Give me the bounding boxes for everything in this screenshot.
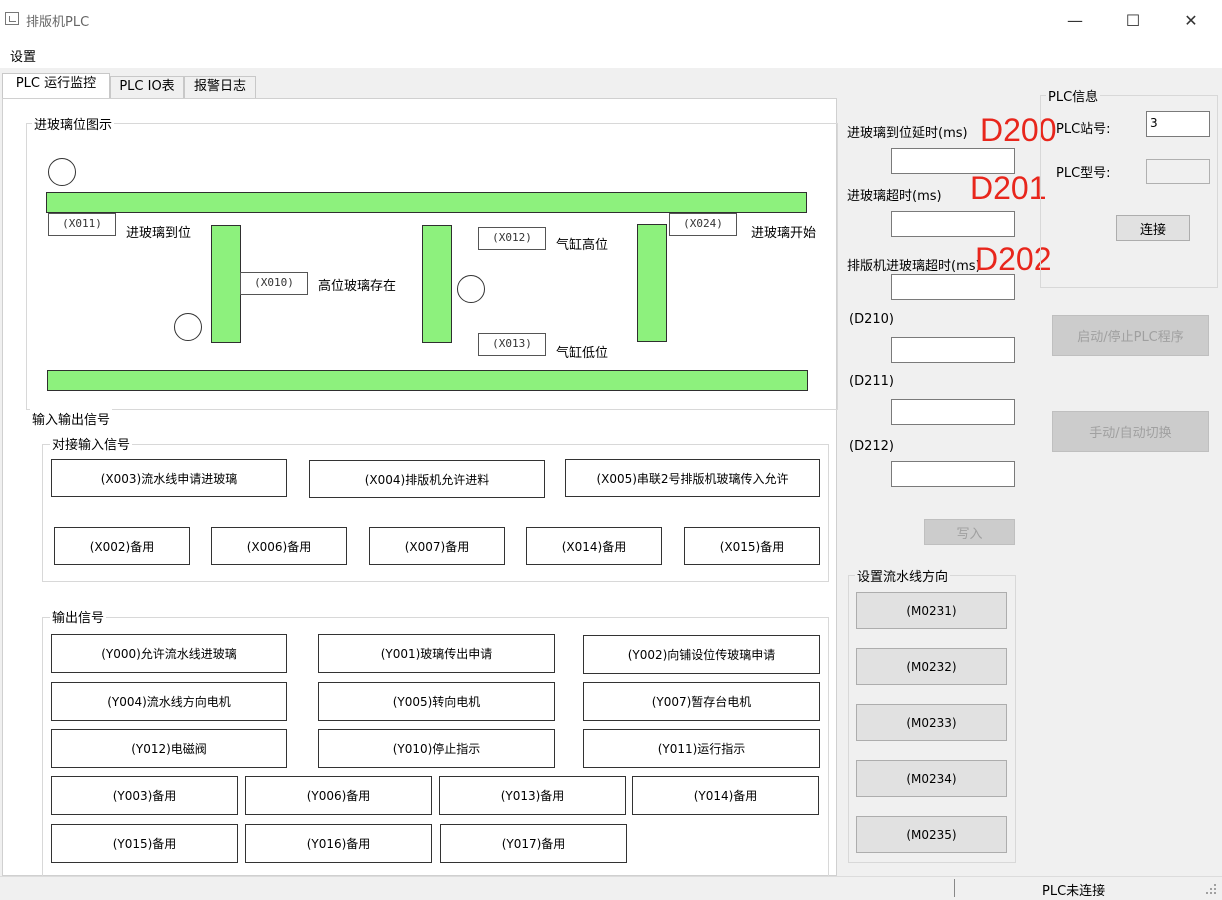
cylinder-indicator-circle — [457, 275, 485, 303]
menu-settings[interactable]: 设置 — [10, 46, 36, 65]
param-d210-input[interactable] — [891, 337, 1015, 363]
status-divider — [954, 879, 955, 897]
plc-station-label: PLC站号: — [1056, 122, 1111, 137]
close-button[interactable]: ✕ — [1162, 0, 1220, 40]
connection-status: PLC未连接 — [1042, 884, 1106, 899]
diagram-title: 进玻璃位图示 — [32, 114, 115, 133]
output-signal-y007[interactable]: (Y007)暂存台电机 — [583, 682, 820, 721]
direction-m0235-button[interactable]: (M0235) — [856, 816, 1007, 853]
output-signal-y010[interactable]: (Y010)停止指示 — [318, 729, 555, 768]
input-signal-x015[interactable]: (X015)备用 — [684, 527, 820, 565]
menu-bar — [0, 40, 1222, 68]
param-glass-arrive-delay-label: 进玻璃到位延时(ms) — [847, 126, 968, 141]
app-icon — [5, 12, 19, 25]
annotation-d201: D201 — [970, 170, 1047, 206]
tag-x011: (X011) — [48, 213, 116, 236]
output-signal-y001[interactable]: (Y001)玻璃传出申请 — [318, 634, 555, 673]
param-d211-label: (D211) — [849, 374, 894, 389]
output-signal-y013[interactable]: (Y013)备用 — [439, 776, 626, 815]
tag-x013: (X013) — [478, 333, 546, 356]
input-signal-x014[interactable]: (X014)备用 — [526, 527, 662, 565]
window-title: 排版机PLC — [26, 15, 90, 30]
tag-x010: (X010) — [240, 272, 308, 295]
param-layout-timeout-label: 排版机进玻璃超时(ms) — [847, 259, 981, 274]
direction-m0232-button[interactable]: (M0232) — [856, 648, 1007, 685]
lower-conveyor-bar — [47, 370, 808, 391]
connect-button[interactable]: 连接 — [1116, 215, 1190, 241]
tab-io-table[interactable]: PLC IO表 — [110, 76, 184, 98]
output-signal-y003[interactable]: (Y003)备用 — [51, 776, 238, 815]
input-signal-x005[interactable]: (X005)串联2号排版机玻璃传入允许 — [565, 459, 820, 497]
label-high-glass: 高位玻璃存在 — [318, 279, 397, 294]
direction-m0231-button[interactable]: (M0231) — [856, 592, 1007, 629]
close-icon: ✕ — [1184, 10, 1198, 30]
manual-auto-switch-button[interactable]: 手动/自动切换 — [1052, 411, 1209, 452]
output-signal-y014[interactable]: (Y014)备用 — [632, 776, 819, 815]
write-button[interactable]: 写入 — [924, 519, 1015, 545]
param-d212-label: (D212) — [849, 439, 894, 454]
input-signal-x004[interactable]: (X004)排版机允许进料 — [309, 460, 545, 498]
param-glass-timeout-input[interactable] — [891, 211, 1015, 237]
input-signal-x003[interactable]: (X003)流水线申请进玻璃 — [51, 459, 287, 497]
output-group-title: 输出信号 — [50, 607, 107, 626]
direction-m0234-button[interactable]: (M0234) — [856, 760, 1007, 797]
resize-grip-icon[interactable] — [1204, 882, 1218, 896]
plc-model-field — [1146, 159, 1210, 184]
param-glass-timeout-label: 进玻璃超时(ms) — [847, 189, 942, 204]
tag-x012: (X012) — [478, 227, 546, 250]
output-signal-y005[interactable]: (Y005)转向电机 — [318, 682, 555, 721]
direction-m0233-button[interactable]: (M0233) — [856, 704, 1007, 741]
maximize-icon: ☐ — [1125, 10, 1141, 30]
tab-alarm-log[interactable]: 报警日志 — [184, 76, 256, 98]
output-signal-y017[interactable]: (Y017)备用 — [440, 824, 627, 863]
high-glass-sensor-bar — [211, 225, 241, 343]
cylinder-bar — [422, 225, 452, 343]
plc-model-label: PLC型号: — [1056, 166, 1111, 181]
input-signal-x006[interactable]: (X006)备用 — [211, 527, 347, 565]
output-signal-y015[interactable]: (Y015)备用 — [51, 824, 238, 863]
high-glass-indicator-circle — [174, 313, 202, 341]
glass-start-sensor-bar — [637, 224, 667, 342]
upper-conveyor-bar — [46, 192, 807, 213]
output-signal-y004[interactable]: (Y004)流水线方向电机 — [51, 682, 287, 721]
minimize-button[interactable]: — — [1046, 0, 1104, 40]
param-d212-input[interactable] — [891, 461, 1015, 487]
plc-info-title: PLC信息 — [1046, 86, 1101, 105]
tag-x024: (X024) — [669, 213, 737, 236]
input-signal-x002[interactable]: (X002)备用 — [54, 527, 190, 565]
input-signal-x007[interactable]: (X007)备用 — [369, 527, 505, 565]
minimize-icon: — — [1067, 10, 1083, 30]
output-signal-y011[interactable]: (Y011)运行指示 — [583, 729, 820, 768]
output-signal-y012[interactable]: (Y012)电磁阀 — [51, 729, 287, 768]
sensor-indicator-circle — [48, 158, 76, 186]
param-d210-label: (D210) — [849, 312, 894, 327]
param-layout-timeout-input[interactable] — [891, 274, 1015, 300]
output-signal-y002[interactable]: (Y002)向铺设位传玻璃申请 — [583, 635, 820, 674]
status-bar — [0, 876, 1222, 899]
output-signal-y000[interactable]: (Y000)允许流水线进玻璃 — [51, 634, 287, 673]
direction-group-title: 设置流水线方向 — [855, 566, 951, 585]
output-signal-y006[interactable]: (Y006)备用 — [245, 776, 432, 815]
start-stop-plc-button[interactable]: 启动/停止PLC程序 — [1052, 315, 1209, 356]
title-bar — [0, 0, 1222, 40]
plc-station-input[interactable]: 3 — [1146, 111, 1210, 137]
label-cylinder-high: 气缸高位 — [556, 238, 609, 253]
label-glass-start: 进玻璃开始 — [751, 226, 817, 241]
maximize-button[interactable]: ☐ — [1104, 0, 1162, 40]
tab-run-monitor[interactable]: PLC 运行监控 — [2, 73, 110, 99]
input-group-title: 对接输入信号 — [50, 434, 133, 453]
label-cylinder-low: 气缸低位 — [556, 346, 609, 361]
param-d211-input[interactable] — [891, 399, 1015, 425]
output-signal-y016[interactable]: (Y016)备用 — [245, 824, 432, 863]
label-glass-arrived: 进玻璃到位 — [126, 226, 192, 241]
io-section-title: 输入输出信号 — [30, 409, 113, 428]
